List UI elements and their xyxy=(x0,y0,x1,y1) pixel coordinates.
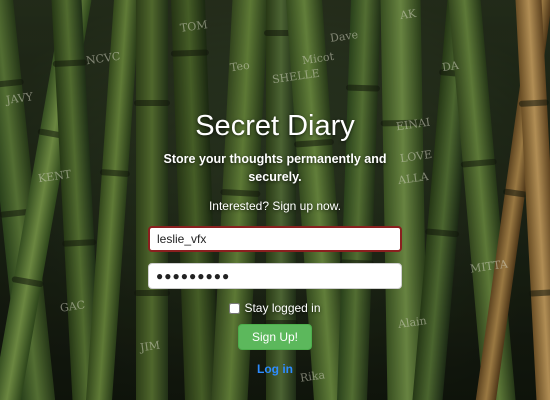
lead-text: Store your thoughts permanently and secu… xyxy=(163,152,387,184)
page-title: Secret Diary xyxy=(195,110,355,142)
username-input[interactable] xyxy=(148,226,402,252)
password-input[interactable] xyxy=(148,263,402,289)
signup-prompt: Interested? Sign up now. xyxy=(208,199,342,213)
login-link[interactable]: Log in xyxy=(257,362,293,376)
stay-logged-in-row[interactable]: Stay logged in xyxy=(229,301,321,315)
stay-logged-in-label: Stay logged in xyxy=(244,301,321,315)
signup-panel: Secret Diary Store your thoughts permane… xyxy=(0,108,550,376)
signup-button[interactable]: Sign Up! xyxy=(237,324,313,350)
stay-logged-in-checkbox[interactable] xyxy=(229,302,241,314)
